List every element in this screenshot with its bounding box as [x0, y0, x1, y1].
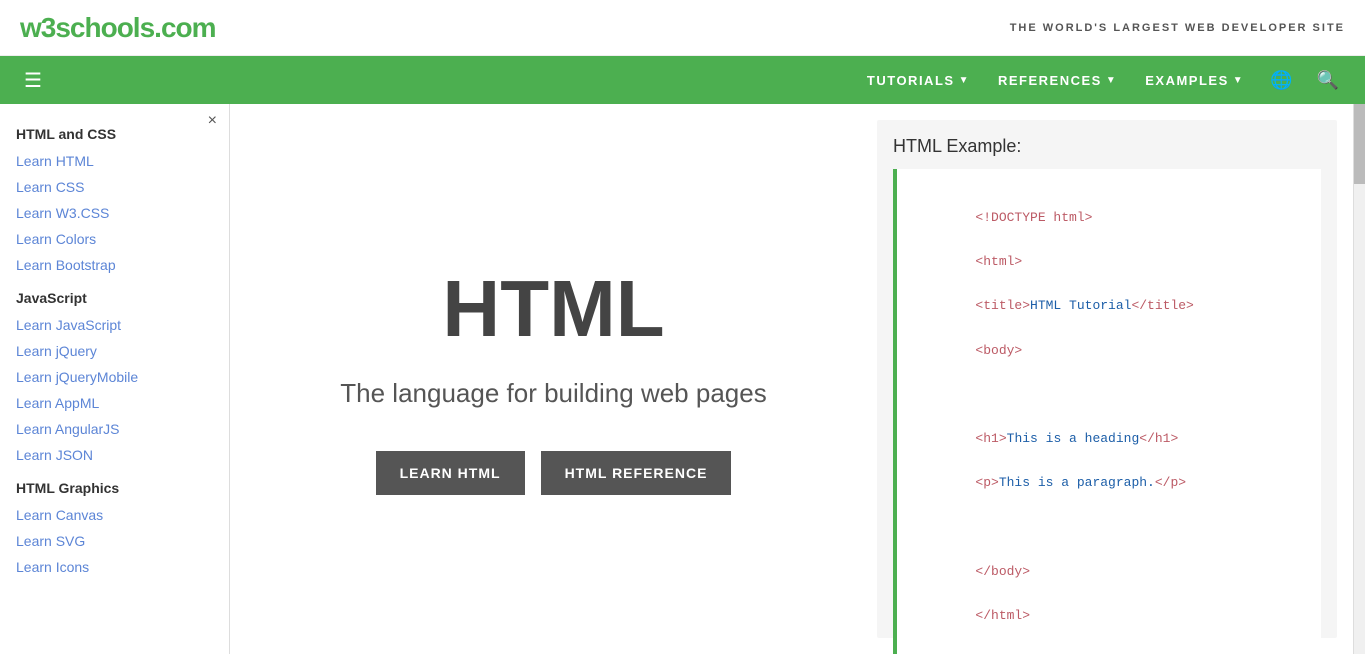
main-content: HTML The language for building web pages…	[230, 104, 1353, 654]
sidebar-item-learn-jquerymobile[interactable]: Learn jQueryMobile	[0, 364, 229, 390]
nav-references[interactable]: REFERENCES ▼	[986, 56, 1129, 104]
nav-examples[interactable]: EXAMPLES ▼	[1133, 56, 1256, 104]
scrollbar-track[interactable]	[1353, 104, 1365, 654]
code-line-4: <body>	[975, 343, 1022, 358]
logo[interactable]: w3schools.com	[20, 12, 216, 44]
close-icon[interactable]: ×	[208, 112, 217, 130]
nav-links: TUTORIALS ▼ REFERENCES ▼ EXAMPLES ▼ 🌐 🔍	[855, 56, 1349, 104]
nav-references-label: REFERENCES	[998, 73, 1102, 88]
code-box: <!DOCTYPE html> <html> <title>HTML Tutor…	[893, 169, 1321, 654]
sidebar-item-learn-canvas[interactable]: Learn Canvas	[0, 502, 229, 528]
code-line-7: <p>This is a paragraph.</p>	[975, 475, 1186, 490]
search-icon[interactable]: 🔍	[1307, 56, 1349, 104]
code-line-1: <!DOCTYPE html>	[975, 210, 1092, 225]
layout: × HTML and CSS Learn HTML Learn CSS Lear…	[0, 104, 1365, 654]
button-group: LEARN HTML HTML REFERENCE	[376, 451, 732, 495]
chevron-down-icon: ▼	[1233, 75, 1244, 86]
sidebar-item-learn-appml[interactable]: Learn AppML	[0, 390, 229, 416]
logo-tld: .com	[154, 12, 215, 43]
sidebar-item-learn-bootstrap[interactable]: Learn Bootstrap	[0, 252, 229, 278]
sidebar-section-html-css: HTML and CSS	[0, 114, 229, 148]
example-title: HTML Example:	[893, 136, 1321, 157]
nav-bar: ☰ TUTORIALS ▼ REFERENCES ▼ EXAMPLES ▼ 🌐 …	[0, 56, 1365, 104]
globe-icon[interactable]: 🌐	[1260, 56, 1302, 104]
code-line-2: <html>	[975, 254, 1022, 269]
sidebar-item-learn-javascript[interactable]: Learn JavaScript	[0, 312, 229, 338]
page-subtitle: The language for building web pages	[340, 375, 766, 411]
center-area: HTML The language for building web pages…	[230, 104, 877, 654]
sidebar: × HTML and CSS Learn HTML Learn CSS Lear…	[0, 104, 230, 654]
sidebar-item-learn-angularjs[interactable]: Learn AngularJS	[0, 416, 229, 442]
sidebar-item-learn-jquery[interactable]: Learn jQuery	[0, 338, 229, 364]
nav-examples-label: EXAMPLES	[1145, 73, 1229, 88]
page-title: HTML	[442, 263, 664, 355]
sidebar-item-learn-icons[interactable]: Learn Icons	[0, 554, 229, 580]
html-reference-button[interactable]: HTML REFERENCE	[541, 451, 732, 495]
sidebar-item-learn-html[interactable]: Learn HTML	[0, 148, 229, 174]
sidebar-item-learn-w3css[interactable]: Learn W3.CSS	[0, 200, 229, 226]
chevron-down-icon: ▼	[959, 75, 970, 86]
sidebar-item-learn-json[interactable]: Learn JSON	[0, 442, 229, 468]
sidebar-item-learn-colors[interactable]: Learn Colors	[0, 226, 229, 252]
code-line-3: <title>HTML Tutorial</title>	[975, 298, 1193, 313]
logo-text: w3schools	[20, 12, 154, 43]
nav-tutorials[interactable]: TUTORIALS ▼	[855, 56, 982, 104]
learn-html-button[interactable]: LEARN HTML	[376, 451, 525, 495]
tagline: THE WORLD'S LARGEST WEB DEVELOPER SITE	[1010, 22, 1345, 34]
sidebar-item-learn-svg[interactable]: Learn SVG	[0, 528, 229, 554]
scrollbar-thumb[interactable]	[1354, 104, 1365, 184]
code-line-9: </body>	[975, 564, 1030, 579]
sidebar-section-javascript: JavaScript	[0, 278, 229, 312]
code-line-10: </html>	[975, 608, 1030, 623]
hamburger-icon[interactable]: ☰	[16, 60, 50, 101]
nav-tutorials-label: TUTORIALS	[867, 73, 955, 88]
code-line-6: <h1>This is a heading</h1>	[975, 431, 1178, 446]
top-header: w3schools.com THE WORLD'S LARGEST WEB DE…	[0, 0, 1365, 56]
example-panel: HTML Example: <!DOCTYPE html> <html> <ti…	[877, 120, 1337, 638]
sidebar-item-learn-css[interactable]: Learn CSS	[0, 174, 229, 200]
chevron-down-icon: ▼	[1106, 75, 1117, 86]
sidebar-section-html-graphics: HTML Graphics	[0, 468, 229, 502]
